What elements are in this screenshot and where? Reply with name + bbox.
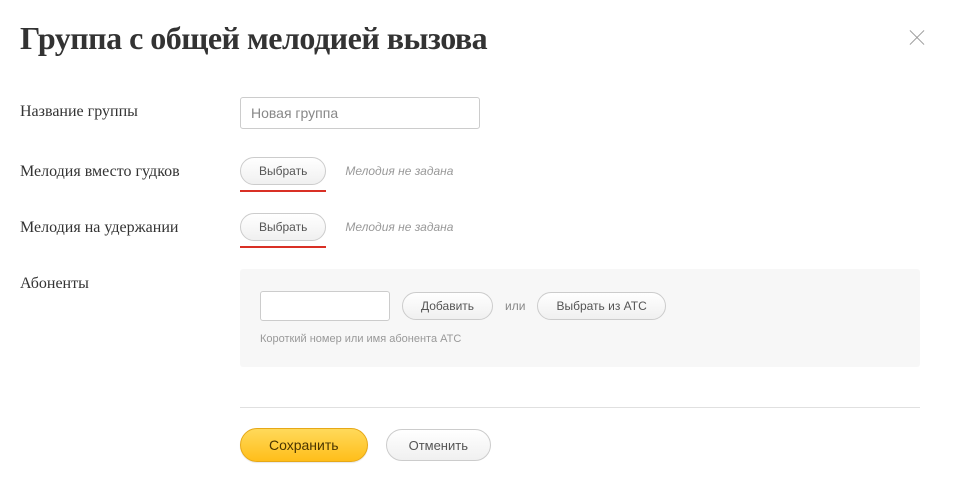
footer-actions: Сохранить Отменить — [240, 428, 937, 462]
ringback-row: Мелодия вместо гудков Выбрать Мелодия не… — [20, 157, 937, 185]
ringback-select-button[interactable]: Выбрать — [240, 157, 326, 185]
subscribers-panel: Добавить или Выбрать из АТС Короткий ном… — [240, 269, 920, 367]
subscribers-label: Абоненты — [20, 269, 240, 293]
cancel-button[interactable]: Отменить — [386, 429, 491, 461]
close-icon[interactable] — [907, 28, 927, 48]
or-text: или — [505, 299, 525, 313]
subscribers-row: Абоненты Добавить или Выбрать из АТС Кор… — [20, 269, 937, 367]
hold-select-button[interactable]: Выбрать — [240, 213, 326, 241]
page-title: Группа с общей мелодией вызова — [20, 20, 937, 57]
group-name-input[interactable] — [240, 97, 480, 129]
subscriber-input[interactable] — [260, 291, 390, 321]
group-name-row: Название группы — [20, 97, 937, 129]
footer-divider — [240, 407, 920, 408]
hold-label: Мелодия на удержании — [20, 213, 240, 237]
add-subscriber-button[interactable]: Добавить — [402, 292, 493, 320]
hold-status: Мелодия не задана — [345, 220, 453, 234]
group-name-label: Название группы — [20, 97, 240, 121]
subscriber-hint: Короткий номер или имя абонента АТС — [260, 333, 900, 345]
ringback-label: Мелодия вместо гудков — [20, 157, 240, 181]
hold-row: Мелодия на удержании Выбрать Мелодия не … — [20, 213, 937, 241]
select-from-ats-button[interactable]: Выбрать из АТС — [537, 292, 665, 320]
save-button[interactable]: Сохранить — [240, 428, 368, 462]
ringback-status: Мелодия не задана — [345, 164, 453, 178]
